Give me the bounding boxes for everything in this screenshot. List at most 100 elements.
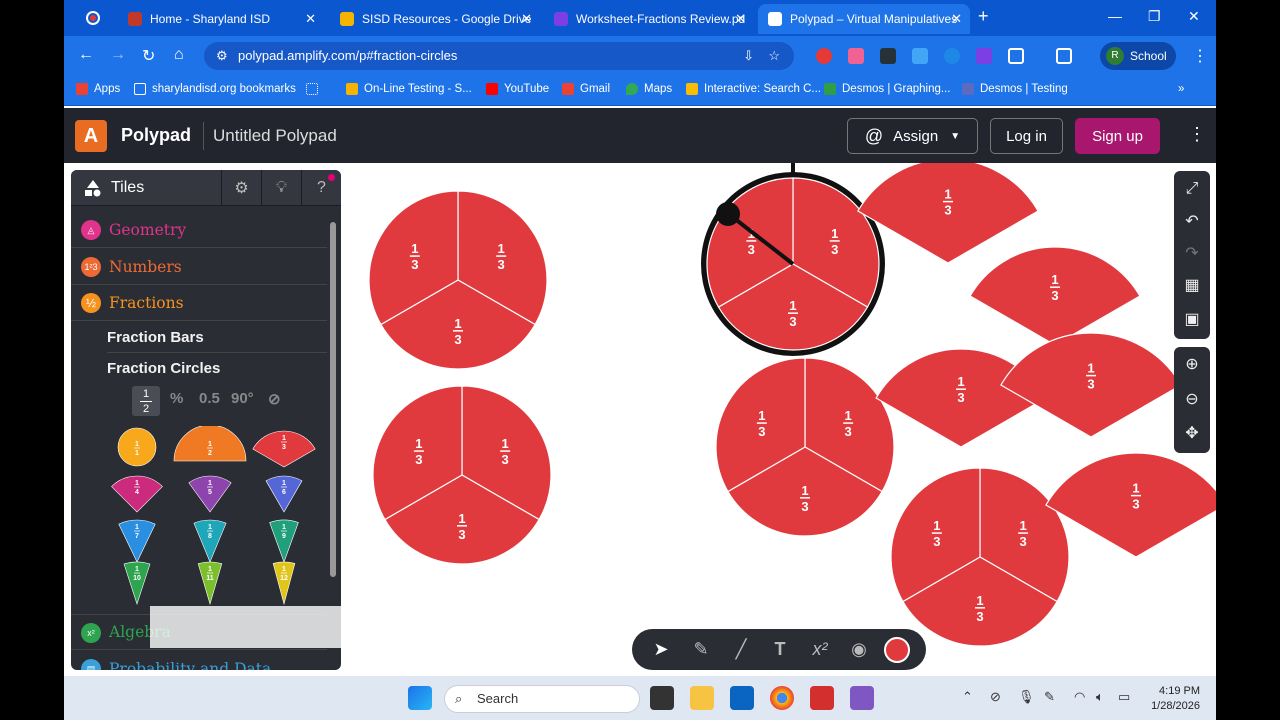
browser-tab-worksheet[interactable]: Worksheet-Fractions Review.pd ✕ <box>544 4 754 34</box>
app-l-icon[interactable] <box>810 686 834 710</box>
pointer-icon[interactable]: ➤ <box>648 636 674 662</box>
close-window-icon[interactable]: ✕ <box>1188 8 1200 25</box>
url-bar[interactable]: ⚙ polypad.amplify.com/p#fraction-circles… <box>204 42 794 70</box>
fullscreen-icon[interactable]: ⤢ <box>1174 174 1210 204</box>
kami-icon[interactable] <box>976 48 992 64</box>
document-title[interactable]: Untitled Polypad <box>213 126 337 146</box>
more-menu-icon[interactable]: ⋮ <box>1188 124 1206 145</box>
bookmark-gmail[interactable]: Gmail <box>562 83 610 95</box>
network-off-icon[interactable]: ⊘ <box>990 689 1001 705</box>
chrome-icon[interactable] <box>770 686 794 710</box>
forward-icon[interactable]: → <box>110 46 126 64</box>
close-icon[interactable]: ✕ <box>521 11 532 27</box>
redo-icon[interactable]: ↷ <box>1174 239 1210 269</box>
fraction-circles-item[interactable]: Fraction Circles <box>107 353 327 384</box>
wifi-icon[interactable]: ◠ <box>1074 689 1085 705</box>
zoom-out-icon[interactable]: ⊖ <box>1174 385 1210 415</box>
fraction-sector-piece[interactable] <box>1045 452 1216 558</box>
site-info-icon[interactable]: ⚙ <box>216 42 228 70</box>
restore-icon[interactable]: ❐ <box>1148 8 1161 25</box>
bookmark-youtube[interactable]: YouTube <box>486 83 549 95</box>
volume-icon[interactable]: 🔈︎ <box>1096 689 1104 705</box>
scrollbar-thumb[interactable] <box>330 222 336 577</box>
panel-scrollbar[interactable] <box>329 210 337 660</box>
snipping-tool-icon[interactable] <box>850 686 874 710</box>
color-swatch[interactable] <box>884 637 910 663</box>
more-bookmarks-icon[interactable]: » <box>1178 83 1184 95</box>
browser-tab-drive[interactable]: SISD Resources - Google Drive ✕ <box>330 4 540 34</box>
youtube-icon <box>486 83 498 95</box>
profile-button[interactable]: R School <box>1100 42 1176 70</box>
browser-tab-home[interactable]: Home - Sharyland ISD ✕ <box>118 4 324 34</box>
new-tab-icon[interactable]: + <box>978 6 989 27</box>
browser-tab-polypad[interactable]: Polypad – Virtual Manipulatives ✕ <box>758 4 970 34</box>
help-icon[interactable]: ? <box>301 170 341 206</box>
system-clock[interactable]: 4:19 PM 1/28/2026 <box>1140 684 1200 714</box>
category-fractions[interactable]: ½ Fractions <box>71 285 327 321</box>
chrome-menu-icon[interactable]: ⋮ <box>1192 46 1208 66</box>
stroke-width-icon[interactable]: ◉ <box>846 636 872 662</box>
extension-icon[interactable] <box>848 48 864 64</box>
minimize-icon[interactable]: — <box>1108 8 1122 24</box>
bookmark-folder[interactable]: sharylandisd.org bookmarks <box>134 83 296 95</box>
image-export-icon[interactable]: ▣ <box>1174 305 1210 335</box>
close-icon[interactable]: ✕ <box>735 11 746 27</box>
close-icon[interactable]: ✕ <box>951 11 962 27</box>
category-geometry[interactable]: ◬ Geometry <box>71 212 327 248</box>
record-icon[interactable] <box>86 11 100 25</box>
login-button[interactable]: Log in <box>990 118 1063 154</box>
assign-button[interactable]: @ Assign ▼ <box>847 118 978 154</box>
category-label: Geometry <box>109 220 187 239</box>
bookmark-maps[interactable]: Maps <box>626 83 672 95</box>
extension-icon[interactable] <box>880 48 896 64</box>
back-icon[interactable]: ← <box>78 46 94 64</box>
microphone-icon[interactable]: 🎙︎ <box>1018 689 1035 705</box>
settings-gear-icon[interactable]: ⚙ <box>221 170 261 206</box>
outlook-icon[interactable] <box>730 686 754 710</box>
pan-move-icon[interactable]: ✥ <box>1174 419 1210 449</box>
bookmark-star-icon[interactable]: ☆ <box>768 42 780 70</box>
category-numbers[interactable]: 1²3 Numbers <box>71 249 327 285</box>
extension-icon[interactable] <box>816 48 832 64</box>
bookmark-desmos-graphing[interactable]: Desmos | Graphing... <box>824 83 950 95</box>
timer-knob[interactable] <box>716 202 740 226</box>
zoom-in-icon[interactable]: ⊕ <box>1174 350 1210 380</box>
close-icon[interactable]: ✕ <box>305 11 316 27</box>
reload-icon[interactable]: ↻ <box>142 46 155 66</box>
file-explorer-icon[interactable] <box>690 686 714 710</box>
windows-start-icon[interactable] <box>408 686 432 710</box>
grid-icon[interactable]: ▦ <box>1174 271 1210 301</box>
extensions-puzzle-icon[interactable] <box>1008 48 1024 64</box>
battery-icon[interactable]: ▭ <box>1118 689 1130 705</box>
line-icon[interactable]: ╱ <box>728 636 754 662</box>
fraction-bars-item[interactable]: Fraction Bars <box>107 322 327 353</box>
install-icon[interactable]: ⇩ <box>743 42 754 70</box>
bookmark-desmos-testing[interactable]: Desmos | Testing <box>962 83 1068 95</box>
format-fraction-button[interactable]: 1 2 <box>132 386 160 416</box>
bookmark-apps[interactable]: Apps <box>76 83 120 95</box>
lightbulb-icon[interactable]: 💡︎ <box>261 170 301 206</box>
signup-button[interactable]: Sign up <box>1075 118 1160 154</box>
task-view-icon[interactable] <box>650 686 674 710</box>
bookmark-grid[interactable] <box>306 83 324 95</box>
undo-icon[interactable]: ↶ <box>1174 207 1210 237</box>
search-tabs-icon[interactable] <box>1056 48 1072 64</box>
bookmark-online-testing[interactable]: On-Line Testing - S... <box>346 83 472 95</box>
taskbar-search[interactable]: ⌕ Search <box>444 685 640 713</box>
hide-label-icon[interactable]: ⊘ <box>268 390 281 408</box>
pen-icon[interactable]: ✎ <box>688 636 714 662</box>
pen-tray-icon[interactable]: ✎ <box>1044 689 1055 705</box>
tile-denominator: 11 <box>206 575 214 582</box>
format-decimal-button[interactable]: 0.5 <box>199 390 220 407</box>
format-percent-button[interactable]: % <box>170 390 183 407</box>
home-icon[interactable]: ⌂ <box>174 46 184 64</box>
amplify-logo[interactable]: A <box>75 120 107 152</box>
text-box-icon[interactable]: T <box>767 636 793 662</box>
extension-icon[interactable] <box>944 48 960 64</box>
equation-icon[interactable]: x² <box>807 636 833 662</box>
show-hidden-icons[interactable]: ⌃ <box>962 689 973 705</box>
format-degrees-button[interactable]: 90° <box>231 390 254 407</box>
bookmark-interactive[interactable]: Interactive: Search C... <box>686 83 821 95</box>
category-probability-data[interactable]: ▤ Probability and Data <box>71 651 327 670</box>
extension-icon[interactable] <box>912 48 928 64</box>
